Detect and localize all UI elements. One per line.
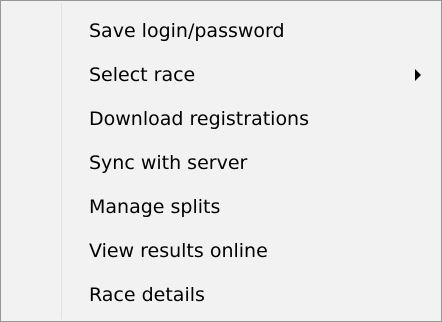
- menu-items: Save login/password Select race Download…: [1, 9, 441, 317]
- menu-item-download-registrations[interactable]: Download registrations: [1, 97, 441, 141]
- menu-item-manage-splits[interactable]: Manage splits: [1, 185, 441, 229]
- menu-item-race-details[interactable]: Race details: [1, 273, 441, 317]
- menu-item-label: Race details: [89, 284, 205, 306]
- menu-item-label: Download registrations: [89, 108, 310, 130]
- menu-item-label: View results online: [89, 240, 268, 262]
- menu-item-sync-with-server[interactable]: Sync with server: [1, 141, 441, 185]
- menu-item-select-race[interactable]: Select race: [1, 53, 441, 97]
- chevron-right-icon: [415, 69, 421, 81]
- menu-item-view-results-online[interactable]: View results online: [1, 229, 441, 273]
- menu-item-label: Sync with server: [89, 152, 248, 174]
- menu-item-label: Manage splits: [89, 196, 221, 218]
- context-menu: Save login/password Select race Download…: [0, 0, 442, 322]
- menu-item-save-login-password[interactable]: Save login/password: [1, 9, 441, 53]
- menu-item-label: Select race: [89, 64, 196, 86]
- menu-item-label: Save login/password: [89, 20, 285, 42]
